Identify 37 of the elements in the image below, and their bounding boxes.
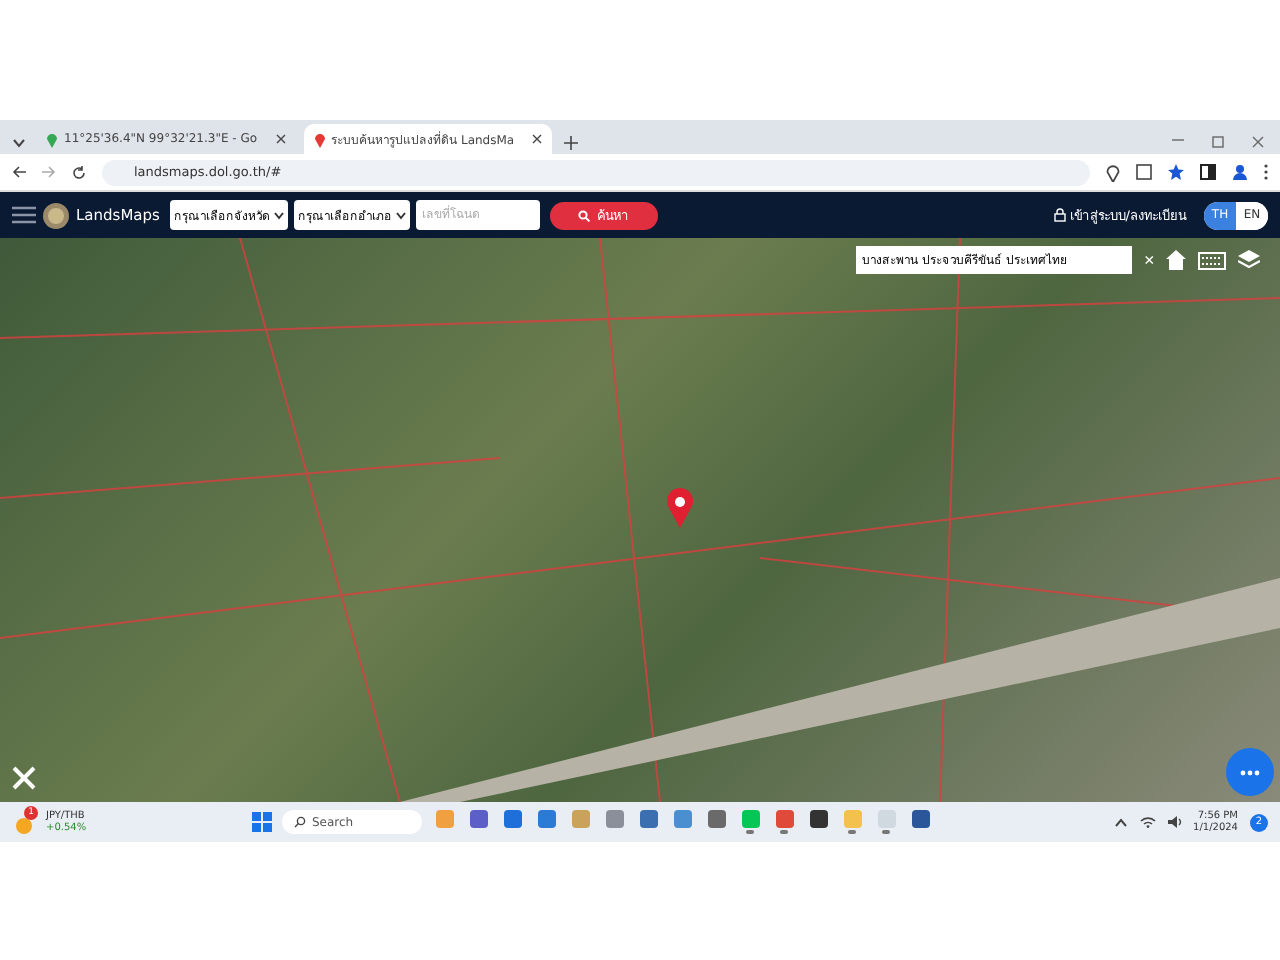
side-panel-icon[interactable] — [1200, 164, 1216, 180]
minimize-icon[interactable] — [1172, 136, 1184, 144]
menu-icon[interactable] — [12, 206, 36, 224]
taskbar-app-icon[interactable] — [806, 810, 830, 834]
profile-icon[interactable] — [1232, 164, 1248, 180]
speaker-icon[interactable] — [1167, 816, 1182, 828]
caret-icon — [273, 211, 284, 219]
back-arrow-icon[interactable] — [12, 166, 26, 178]
dots-icon — [1240, 769, 1260, 775]
pin-icon — [46, 131, 58, 147]
start-icon[interactable] — [252, 812, 272, 832]
plus-icon[interactable] — [563, 135, 578, 149]
taskbar-app-icon[interactable] — [466, 810, 490, 834]
wifi-icon[interactable] — [1139, 816, 1156, 828]
more-button[interactable] — [1226, 748, 1274, 796]
reload-icon[interactable] — [72, 165, 86, 179]
taskbar-app-icon[interactable] — [908, 810, 932, 834]
chevron-down-icon[interactable] — [11, 137, 25, 147]
search-icon — [294, 816, 306, 828]
close-icon[interactable] — [532, 134, 543, 144]
clear-button[interactable]: × — [1144, 250, 1155, 270]
search-icon — [578, 209, 591, 221]
home-icon[interactable] — [1166, 250, 1187, 270]
maximize-icon[interactable] — [1212, 136, 1224, 148]
lock-icon — [1053, 208, 1066, 222]
logo-icon — [42, 201, 70, 229]
pin-icon — [313, 131, 326, 147]
caret-icon — [395, 211, 406, 219]
close-icon[interactable] — [1252, 136, 1264, 148]
keyboard-icon[interactable] — [1198, 251, 1227, 269]
taskbar-app-icon[interactable] — [704, 810, 728, 834]
star-icon[interactable] — [1168, 164, 1184, 180]
chevron-up-icon[interactable] — [1113, 817, 1128, 827]
location-icon[interactable] — [1106, 163, 1120, 181]
map-pin-icon — [666, 488, 694, 528]
close-icon[interactable] — [275, 134, 286, 144]
layers-icon[interactable] — [1238, 250, 1261, 270]
